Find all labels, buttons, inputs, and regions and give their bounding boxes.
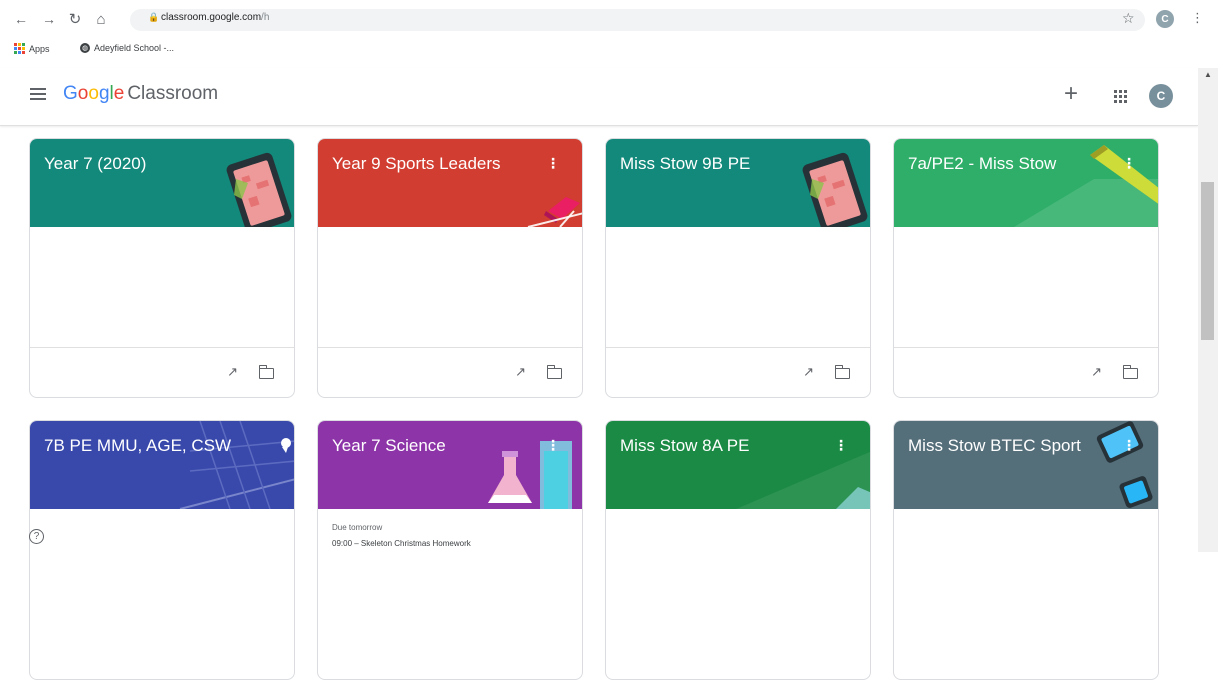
app-header: Google Classroom + C (0, 68, 1198, 126)
device-illustration (1096, 421, 1153, 508)
more-options-icon[interactable]: ⋮ (834, 437, 848, 454)
bookmark-adeyfield[interactable]: ◍ Adeyfield School -... (80, 43, 174, 53)
due-label: Due tomorrow (332, 523, 383, 532)
bookmark-star-icon[interactable]: ☆ (1122, 10, 1135, 27)
class-card-footer: ↗ (894, 347, 1158, 397)
pencil-illustration (1014, 145, 1158, 227)
class-card-header[interactable]: Miss Stow 8A PE ⋮ (606, 421, 870, 509)
more-options-icon[interactable]: ⋮ (1122, 437, 1136, 454)
class-card[interactable]: 7B PE MMU, AGE, CSW (29, 420, 295, 680)
bookmark-label: Apps (29, 43, 50, 54)
class-card-footer: ↗ (606, 347, 870, 397)
address-url[interactable]: classroom.google.com/h (161, 12, 269, 23)
class-title[interactable]: 7a/PE2 - Miss Stow (908, 154, 1056, 174)
trending-up-icon[interactable]: ↗ (1091, 364, 1102, 380)
forward-icon[interactable]: → (40, 10, 58, 28)
logo-letter: o (88, 83, 99, 104)
science-flask-illustration (488, 441, 572, 509)
class-card-header[interactable]: Miss Stow BTEC Sport ⋮ (894, 421, 1158, 509)
class-card-header[interactable]: Miss Stow 9B PE (606, 139, 870, 227)
class-title[interactable]: Year 9 Sports Leaders (332, 154, 501, 174)
class-card[interactable]: Miss Stow BTEC Sport ⋮ (893, 420, 1159, 680)
more-options-icon[interactable]: ⋮ (1122, 155, 1136, 172)
scroll-up-arrow-icon[interactable]: ▲ (1204, 70, 1212, 79)
class-card-header[interactable]: 7B PE MMU, AGE, CSW (30, 421, 294, 509)
logo-letter: G (63, 83, 78, 104)
browser-chrome: ← → ↻ ⌂ 🔒 classroom.google.com/h ☆ C ⋮ A… (0, 0, 1218, 68)
browser-profile-avatar[interactable]: C (1156, 10, 1174, 28)
address-bar[interactable] (130, 9, 1145, 31)
class-card[interactable]: Year 9 Sports Leaders ⋮ ↗ (317, 138, 583, 398)
more-options-icon[interactable]: ⋮ (546, 155, 560, 172)
folder-icon[interactable] (546, 365, 562, 379)
sports-illustration (527, 197, 582, 227)
tablet-illustration (226, 152, 292, 227)
trending-up-icon[interactable]: ↗ (515, 364, 526, 380)
folder-icon[interactable] (834, 365, 850, 379)
globe-icon: ◍ (80, 43, 90, 53)
class-card[interactable]: Year 7 Science ⋮ Due tomorrow 09:00 – Sk… (317, 420, 583, 680)
class-card[interactable]: 7a/PE2 - Miss Stow ⋮ ↗ (893, 138, 1159, 398)
reload-icon[interactable]: ↻ (66, 10, 84, 28)
home-icon[interactable]: ⌂ (92, 10, 110, 28)
bookmark-apps[interactable]: Apps (14, 43, 50, 54)
class-title[interactable]: Miss Stow BTEC Sport (908, 436, 1081, 456)
class-card-header[interactable]: Year 7 Science ⋮ (318, 421, 582, 509)
folder-icon[interactable] (1122, 365, 1138, 379)
bookmarks-bar: Apps ◍ Adeyfield School -... (0, 38, 1218, 62)
court-lines-illustration (179, 421, 294, 509)
product-name: Classroom (127, 83, 219, 104)
trending-up-icon[interactable]: ↗ (227, 364, 238, 380)
google-classroom-logo[interactable]: Google Classroom (63, 83, 218, 105)
field-illustration (736, 451, 870, 509)
browser-menu-icon[interactable]: ⋮ (1191, 10, 1204, 26)
class-title[interactable]: Year 7 (2020) (44, 154, 146, 174)
class-card-header[interactable]: Year 7 (2020) (30, 139, 294, 227)
lock-icon: 🔒 (148, 12, 160, 22)
class-title[interactable]: Miss Stow 9B PE (620, 154, 750, 174)
class-title[interactable]: Miss Stow 8A PE (620, 436, 749, 456)
due-assignment-link[interactable]: 09:00 – Skeleton Christmas Homework (332, 539, 471, 548)
class-card[interactable]: Miss Stow 8A PE ⋮ (605, 420, 871, 680)
class-title[interactable]: 7B PE MMU, AGE, CSW (44, 436, 231, 456)
more-options-icon[interactable]: ⋮ (546, 437, 560, 454)
trending-up-icon[interactable]: ↗ (803, 364, 814, 380)
tablet-illustration (802, 152, 868, 227)
logo-letter: e (113, 83, 125, 104)
class-card-header[interactable]: 7a/PE2 - Miss Stow ⋮ (894, 139, 1158, 227)
logo-letter: g (98, 83, 110, 104)
scrollbar-thumb[interactable] (1201, 182, 1214, 340)
create-join-class-icon[interactable]: + (1064, 82, 1078, 106)
class-card-footer: ↗ (30, 347, 294, 397)
back-icon[interactable]: ← (12, 10, 30, 28)
class-card-header[interactable]: Year 9 Sports Leaders ⋮ (318, 139, 582, 227)
class-card[interactable]: Year 7 (2020) ↗ (29, 138, 295, 398)
url-host: classroom.google.com (161, 12, 262, 23)
help-icon[interactable]: ? (29, 529, 44, 544)
google-apps-icon[interactable] (1114, 90, 1127, 103)
bookmark-label: Adeyfield School -... (94, 43, 175, 53)
url-path: /h (261, 12, 270, 23)
folder-icon[interactable] (258, 365, 274, 379)
class-title[interactable]: Year 7 Science (332, 436, 446, 456)
main-menu-icon[interactable] (30, 88, 46, 102)
logo-letter: o (77, 83, 89, 104)
account-avatar[interactable]: C (1149, 84, 1173, 108)
class-card[interactable]: Miss Stow 9B PE ↗ (605, 138, 871, 398)
apps-grid-icon (14, 43, 25, 54)
class-card-footer: ↗ (318, 347, 582, 397)
